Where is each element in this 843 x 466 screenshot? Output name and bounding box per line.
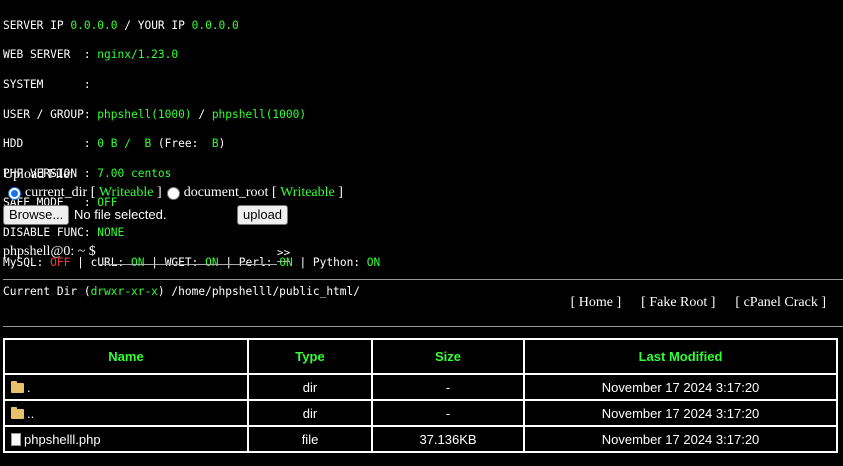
table-row[interactable]: .. dir - November 17 2024 3:17:20 <box>4 400 837 426</box>
your-ip-value: 0.0.0.0 <box>191 18 239 32</box>
browse-button[interactable]: Browse... <box>3 205 70 225</box>
server-info-panel: SERVER IP 0.0.0.0 / YOUR IP 0.0.0.0 WEB … <box>3 4 380 315</box>
file-table: Name Type Size Last Modified . dir - Nov… <box>3 338 838 453</box>
folder-icon <box>11 380 24 393</box>
current-dir-line: Current Dir (drwxr-xr-x) /home/phpshelll… <box>3 285 360 299</box>
file-modified: November 17 2024 3:17:20 <box>524 426 837 452</box>
web-server-value: nginx/1.23.0 <box>97 48 179 62</box>
table-row[interactable]: . dir - November 17 2024 3:17:20 <box>4 374 837 400</box>
file-name-cell[interactable]: . <box>4 374 248 400</box>
file-modified: November 17 2024 3:17:20 <box>524 400 837 426</box>
document-root-label: document_root <box>183 185 269 200</box>
file-modified: November 17 2024 3:17:20 <box>524 374 837 400</box>
file-name[interactable]: . <box>27 380 31 395</box>
current-dir-writeable: Writeable <box>98 185 154 200</box>
php-version-value: 7.00 centos <box>97 166 172 180</box>
file-name-cell[interactable]: .. <box>4 400 248 426</box>
server-ip-line: SERVER IP 0.0.0.0 / YOUR IP 0.0.0.0 <box>3 18 239 32</box>
file-name-cell[interactable]: phpshelll.php <box>4 426 248 452</box>
header-size[interactable]: Size <box>372 339 524 374</box>
divider-top <box>3 279 843 280</box>
nav-cpanel-crack-link[interactable]: [ cPanel Crack ] <box>735 295 826 311</box>
user-group-line: USER / GROUP: phpshell(1000) / phpshell(… <box>3 107 307 121</box>
file-type: file <box>248 426 372 452</box>
group-value: phpshell(1000) <box>211 107 307 121</box>
document-root-radio[interactable] <box>166 186 180 200</box>
web-server-line: WEB SERVER : nginx/1.23.0 <box>3 48 179 62</box>
current-dir-path: /home/phpshelll/public_html/ <box>171 285 360 299</box>
header-name[interactable]: Name <box>4 339 248 374</box>
folder-icon <box>11 406 24 419</box>
current-dir-radio[interactable] <box>8 186 21 200</box>
file-size: - <box>372 400 524 426</box>
no-file-label: No file selected. <box>74 207 167 222</box>
file-icon <box>11 432 21 446</box>
file-name[interactable]: phpshelll.php <box>24 432 101 447</box>
upload-button[interactable]: upload <box>237 205 289 225</box>
header-last-modified[interactable]: Last Modified <box>524 339 837 374</box>
python-status: ON <box>366 255 381 269</box>
file-type: dir <box>248 400 372 426</box>
file-size: 37.136KB <box>372 426 524 452</box>
divider-bottom <box>3 326 843 327</box>
hdd-value: 0 B / B <box>97 137 152 151</box>
disable-func-value: NONE <box>97 225 125 239</box>
file-size: - <box>372 374 524 400</box>
disable-func-line: DISABLE FUNC: NONE <box>3 225 125 239</box>
user-value: phpshell(1000) <box>97 107 192 121</box>
hdd-free-value: B <box>211 137 219 151</box>
hdd-line: HDD : 0 B / B (Free: B) <box>3 137 226 151</box>
file-name[interactable]: .. <box>27 406 34 421</box>
system-line: SYSTEM : <box>3 77 91 91</box>
terminal-prompt: phpshell@0: ~ $ <box>3 244 96 259</box>
table-row[interactable]: phpshelll.php file 37.136KB November 17 … <box>4 426 837 452</box>
server-ip-value: 0.0.0.0 <box>70 18 118 32</box>
header-type[interactable]: Type <box>248 339 372 374</box>
current-dir-label: current_dir <box>25 185 88 200</box>
nav-home-link[interactable]: [ Home ] <box>571 295 622 311</box>
upload-title: Upload File: <box>3 167 74 182</box>
execute-button[interactable]: >> <box>277 246 291 262</box>
nav-links: [ Home ] [ Fake Root ] [ cPanel Crack ] <box>571 295 826 311</box>
current-dir-permissions: drwxr-xr-x <box>90 285 158 299</box>
command-input[interactable] <box>99 246 277 265</box>
nav-fake-root-link[interactable]: [ Fake Root ] <box>641 295 715 311</box>
document-root-writeable: Writeable <box>280 185 335 200</box>
file-type: dir <box>248 374 372 400</box>
upload-target-options: current_dir [ Writeable ] document_root … <box>3 185 343 201</box>
table-header-row: Name Type Size Last Modified <box>4 339 837 374</box>
